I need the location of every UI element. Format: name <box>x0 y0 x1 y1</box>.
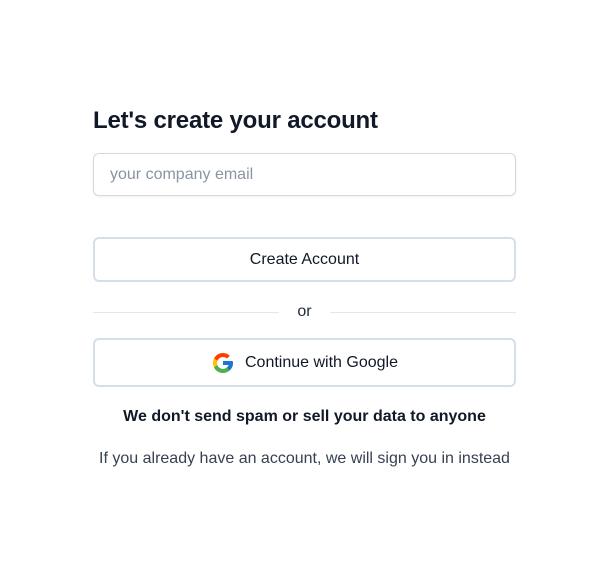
divider-text: or <box>297 303 312 320</box>
signup-form: Let's create your account Create Account… <box>93 106 517 469</box>
page-title: Let's create your account <box>93 107 378 134</box>
signup-page: Let's create your account Create Account… <box>0 0 600 562</box>
or-divider: or <box>93 301 517 323</box>
continue-with-google-button[interactable]: Continue with Google <box>93 338 516 387</box>
google-logo-icon <box>211 351 235 375</box>
sign-in-hint: If you already have an account, we will … <box>99 450 510 467</box>
divider-line-left <box>93 311 280 313</box>
divider-line-right <box>329 311 517 313</box>
privacy-notice: We don't send spam or sell your data to … <box>123 408 486 425</box>
google-button-label: Continue with Google <box>245 353 398 371</box>
create-account-button-label: Create Account <box>249 250 360 268</box>
email-field[interactable] <box>93 153 516 196</box>
create-account-button[interactable]: Create Account <box>93 237 516 282</box>
